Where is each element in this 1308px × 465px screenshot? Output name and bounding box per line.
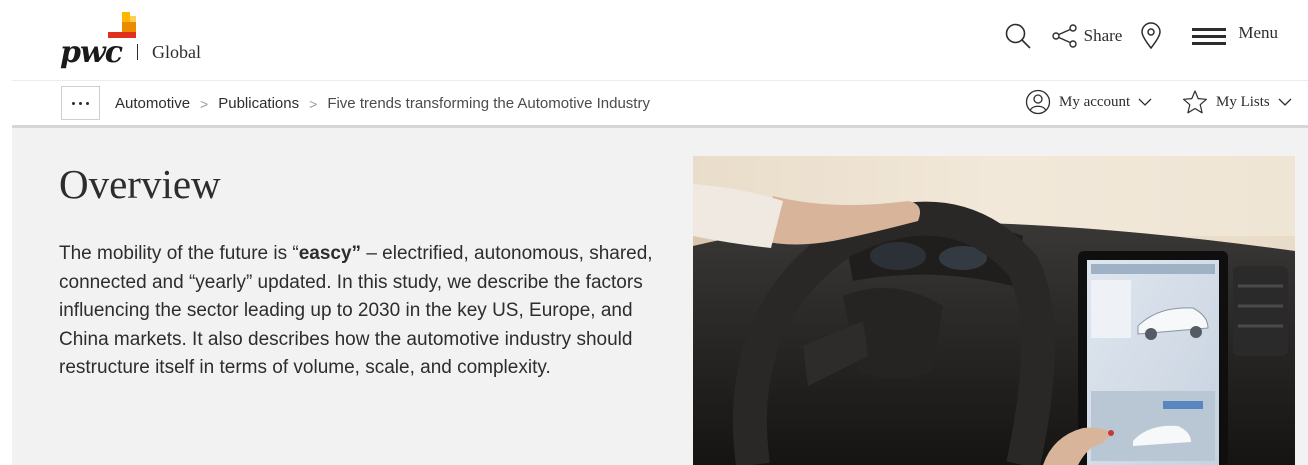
breadcrumb-current: Five trends transforming the Automotive … (327, 95, 650, 112)
overview-section: Overview The mobility of the future is “… (12, 128, 1308, 465)
breadcrumb-automotive[interactable]: Automotive (115, 95, 190, 112)
overview-paragraph: The mobility of the future is “eascy” – … (59, 240, 659, 383)
my-lists-label: My Lists (1216, 93, 1270, 110)
car-interior-illustration (693, 156, 1295, 465)
share-button[interactable]: Share (1051, 24, 1123, 48)
star-icon (1183, 90, 1207, 114)
breadcrumb: Automotive > Publications > Five trends … (115, 95, 650, 112)
hamburger-icon (1192, 28, 1227, 45)
region-label[interactable]: Global (152, 42, 201, 63)
logo-divider (137, 44, 138, 60)
page-title: Overview (59, 161, 221, 207)
breadcrumb-separator: > (200, 95, 209, 112)
search-button[interactable] (1004, 22, 1032, 50)
logo-wordmark: pwc (60, 35, 123, 70)
chevron-down-icon (1138, 98, 1152, 106)
chevron-down-icon (1278, 98, 1292, 106)
header-actions: Share Menu (1004, 14, 1278, 58)
share-label: Share (1083, 26, 1123, 45)
search-icon (1005, 23, 1031, 49)
breadcrumb-more-button[interactable] (61, 86, 100, 120)
overview-text-eascy: eascy” (298, 243, 362, 264)
my-lists-menu[interactable]: My Lists (1182, 89, 1292, 115)
location-pin-icon (1141, 22, 1162, 50)
breadcrumb-publications[interactable]: Publications (218, 95, 299, 112)
site-header: pwc Global Share Menu (0, 0, 1308, 80)
overview-text-intro: The mobility of the future is “ (59, 243, 299, 264)
menu-button[interactable]: Menu (1192, 23, 1278, 47)
user-icon (1025, 89, 1051, 115)
breadcrumb-separator: > (309, 95, 318, 112)
ellipsis-icon-dot (79, 101, 82, 105)
share-icon (1051, 24, 1077, 48)
ellipsis-icon-dot (86, 101, 89, 105)
my-account-label: My account (1059, 93, 1131, 110)
location-button[interactable] (1140, 22, 1162, 50)
hero-image-car-dashboard (693, 156, 1295, 465)
breadcrumb-bar: Automotive > Publications > Five trends … (0, 81, 1308, 127)
ellipsis-icon-dot (72, 101, 75, 105)
menu-label: Menu (1238, 23, 1278, 42)
my-account-menu[interactable]: My account (1025, 89, 1152, 115)
